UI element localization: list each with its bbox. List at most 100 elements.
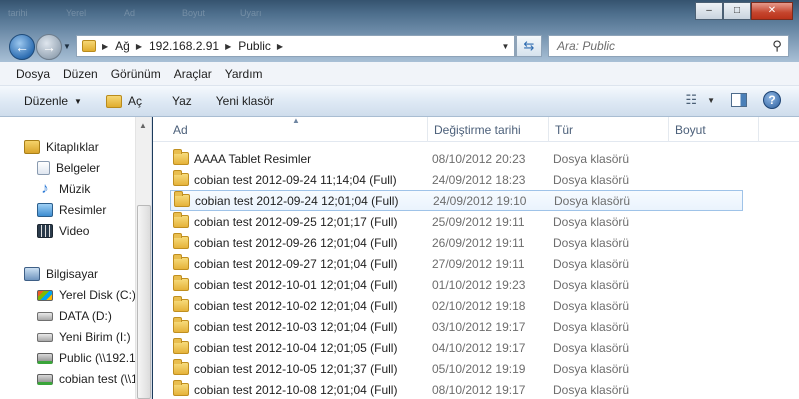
table-row[interactable]: cobian test 2012-09-25 12;01;17 (Full) 25… [170,211,743,232]
network-folder-icon [82,40,96,52]
breadcrumb-separator-icon[interactable]: ▶ [102,42,108,51]
nav-documents[interactable]: Belgeler [37,161,100,175]
close-icon: ✕ [767,5,777,16]
system-drive-icon [37,289,53,301]
column-modified[interactable]: Değiştirme tarihi [428,117,549,142]
file-name: cobian test 2012-09-24 12;01;04 (Full) [195,193,399,208]
file-modified: 24/09/2012 18:23 [432,172,526,187]
command-bar-right: ☷ ▼ ? [685,91,781,109]
nav-computer[interactable]: Bilgisayar [24,267,98,281]
help-button[interactable]: ? [763,91,781,109]
table-row[interactable]: cobian test 2012-10-01 12;01;04 (Full) 01… [170,274,743,295]
file-type: Dosya klasörü [553,172,630,187]
menu-file[interactable]: Dosya [16,67,50,81]
open-label: Aç [127,94,142,108]
file-type: Dosya klasörü [553,319,630,334]
table-row[interactable]: cobian test 2012-10-03 12;01;04 (Full) 03… [170,316,743,337]
ghost-text: Ad [124,8,136,18]
folder-icon [173,380,189,396]
file-modified: 05/10/2012 19:19 [432,361,526,376]
print-button[interactable]: Yaz [172,94,192,108]
file-type: Dosya klasörü [553,256,630,271]
file-type: Dosya klasörü [553,235,630,250]
breadcrumb-separator-icon[interactable]: ▶ [277,42,283,51]
search-box[interactable]: Ara: Public ⚲ [548,35,789,57]
file-type: Dosya klasörü [554,193,631,208]
forward-button[interactable]: → [36,34,62,60]
file-name: cobian test 2012-10-05 12;01;37 (Full) [194,361,398,376]
view-list-icon: ☷ [685,92,698,107]
column-type[interactable]: Tür [549,117,669,142]
table-row[interactable]: cobian test 2012-10-05 12;01;37 (Full) 05… [170,358,743,379]
folder-icon [174,191,190,207]
menu-edit[interactable]: Düzen [63,67,98,81]
open-button[interactable]: Aç [105,94,142,108]
nav-network-public[interactable]: Public (\\192.16 [37,351,142,365]
minimize-button[interactable]: – [695,2,723,20]
ghost-text: Yerel [66,8,87,18]
new-folder-button[interactable]: Yeni klasör [216,94,274,108]
menu-help[interactable]: Yardım [225,67,263,81]
network-drive-icon [37,373,53,385]
column-label: Değiştirme tarihi [434,122,521,137]
nav-libraries[interactable]: Kitaplıklar [24,140,99,154]
breadcrumb-separator-icon[interactable]: ▶ [225,42,231,51]
table-row[interactable]: cobian test 2012-10-08 12;01;04 (Full) 08… [170,379,743,399]
column-name[interactable]: Ad [167,117,428,142]
breadcrumb-network[interactable]: Ağ [115,39,130,53]
help-icon: ? [768,93,776,107]
file-modified: 04/10/2012 19:17 [432,340,526,355]
preview-pane-button[interactable] [731,93,747,107]
nav-drive-i[interactable]: Yeni Birim (I:) [37,330,131,344]
table-row[interactable]: cobian test 2012-09-27 12;01;04 (Full) 27… [170,253,743,274]
nav-label: Yeni Birim (I:) [59,330,131,344]
computer-icon [24,267,40,281]
column-label: Tür [555,122,573,137]
file-name: cobian test 2012-10-01 12;01;04 (Full) [194,277,398,292]
breadcrumb-public[interactable]: Public [238,39,271,53]
background-ghost-text: tarihi Yerel Ad Boyut Uyarı [0,8,290,18]
scroll-thumb[interactable] [137,205,151,399]
history-dropdown-icon[interactable]: ▼ [63,42,71,51]
address-dropdown-button[interactable]: ▼ [497,35,515,57]
address-bar[interactable]: ▶ Ağ ▶ 192.168.2.91 ▶ Public ▶ [76,35,516,57]
menu-tools[interactable]: Araçlar [174,67,212,81]
table-row[interactable]: cobian test 2012-10-02 12;01;04 (Full) 02… [170,295,743,316]
file-list: ▲ Ad Değiştirme tarihi Tür Boyut AAAA Ta… [153,117,799,399]
nav-label: cobian test (\\1 [59,372,138,386]
drive-icon [37,311,53,321]
nav-music[interactable]: ♪ Müzik [37,181,90,196]
scroll-up-icon[interactable]: ▲ [139,121,147,130]
table-row[interactable]: cobian test 2012-10-04 12;01;05 (Full) 04… [170,337,743,358]
file-type: Dosya klasörü [553,340,630,355]
organize-button[interactable]: Düzenle ▼ [24,94,82,108]
folder-icon [173,317,189,333]
column-size[interactable]: Boyut [669,117,759,142]
ghost-text: Uyarı [240,8,262,18]
nav-label: Video [59,224,90,238]
folder-icon [173,149,189,165]
nav-label: Public (\\192.16 [59,351,143,365]
command-bar: Düzenle ▼ Aç Yaz Yeni klasör ☷ ▼ ? [0,86,799,117]
table-row[interactable]: cobian test 2012-09-26 12;01;04 (Full) 26… [170,232,743,253]
table-row[interactable]: cobian test 2012-09-24 11;14;04 (Full) 24… [170,169,743,190]
refresh-button[interactable]: ⇆ [516,35,542,57]
nav-videos[interactable]: Video [37,224,89,238]
search-icon[interactable]: ⚲ [766,38,788,54]
change-view-button[interactable]: ☷ ▼ [685,92,715,108]
nav-drive-c[interactable]: Yerel Disk (C:) [37,288,136,302]
nav-pictures[interactable]: Resimler [37,203,106,217]
table-row[interactable]: AAAA Tablet Resimler 08/10/2012 20:23 Dosy… [170,148,743,169]
nav-drive-d[interactable]: DATA (D:) [37,309,112,323]
breadcrumb-host[interactable]: 192.168.2.91 [149,39,219,53]
nav-network-cobian[interactable]: cobian test (\\1 [37,372,138,386]
nav-scrollbar[interactable]: ▲ [135,117,151,399]
maximize-button[interactable]: □ [723,2,751,20]
back-button[interactable]: ← [9,34,35,60]
breadcrumb-separator-icon[interactable]: ▶ [136,42,142,51]
search-input[interactable]: Ara: Public [557,39,766,53]
close-button[interactable]: ✕ [751,2,793,20]
menu-view[interactable]: Görünüm [111,67,161,81]
table-row[interactable]: cobian test 2012-09-24 12;01;04 (Full) 24… [170,190,743,211]
print-label: Yaz [171,94,192,108]
